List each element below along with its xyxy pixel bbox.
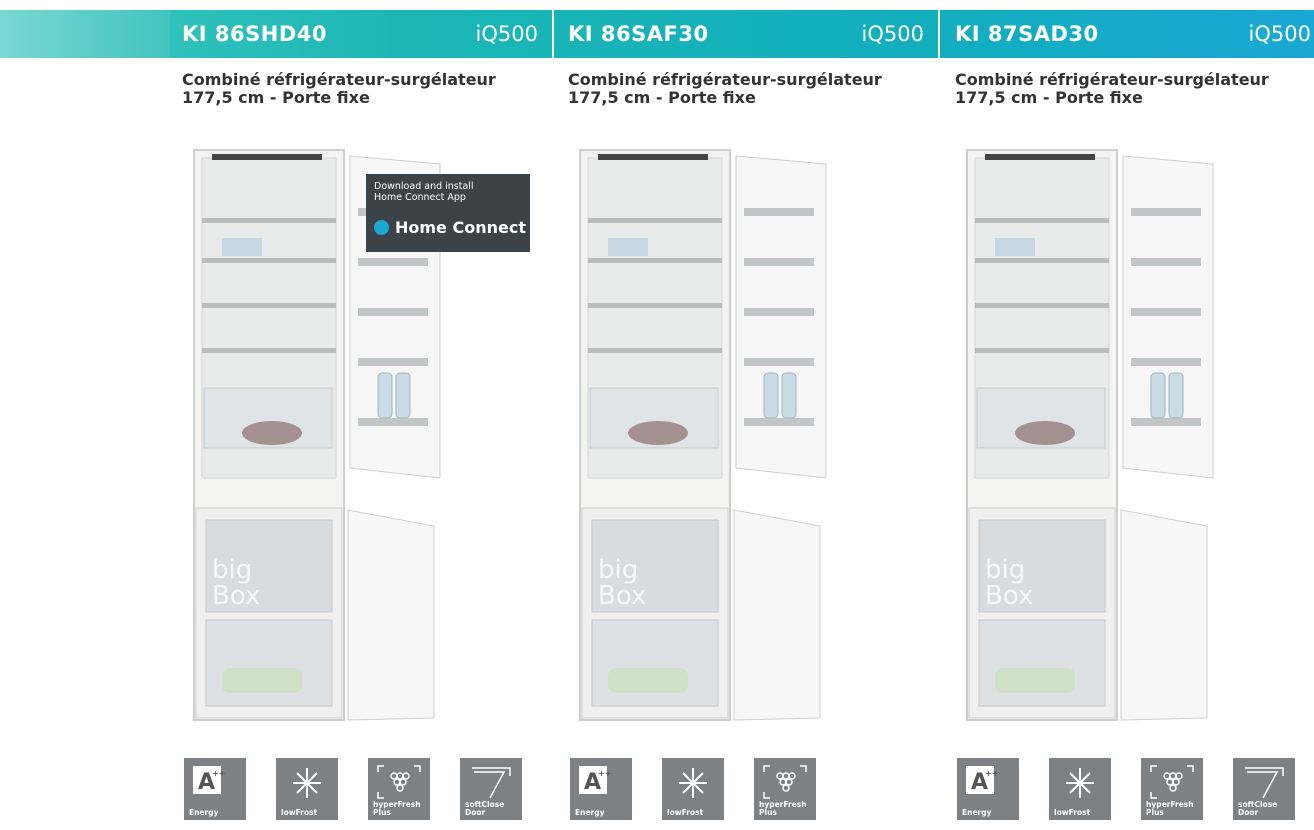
lowfrost-icon: lowFrost — [662, 758, 724, 820]
fridge-image: big Box — [955, 148, 1215, 742]
feature-caption: lowFrost — [667, 808, 704, 817]
svg-text:Box: Box — [598, 581, 646, 611]
feature-caption: hyperFresh Plus — [1146, 800, 1194, 817]
feature-caption: hyperFresh Plus — [759, 800, 807, 817]
home-connect-brand: Home Connect — [395, 218, 526, 237]
feature-caption: lowFrost — [1054, 808, 1091, 817]
lowfrost-icon: lowFrost — [276, 758, 338, 820]
product-title-line: Combiné réfrigérateur-surgélateur — [182, 70, 496, 89]
product-title-line: 177,5 cm - Porte fixe — [182, 88, 370, 107]
svg-text:++: ++ — [598, 769, 611, 778]
feature-caption: softClose Door — [465, 800, 505, 817]
product-title-line: 177,5 cm - Porte fixe — [568, 88, 756, 107]
svg-text:Box: Box — [985, 581, 1033, 611]
product-column: KI 86SAF30 iQ500 Combiné réfrigérateur-s… — [558, 0, 932, 830]
column-separator — [938, 10, 940, 58]
energy-a-plus-plus-icon: A ++ Energy — [184, 758, 246, 820]
model-number: KI 87SAD30 — [955, 22, 1099, 46]
fridge-drawing: bigBox — [966, 149, 1214, 721]
softclose-door-icon: softClose Door — [460, 758, 522, 820]
series-label: iQ500 — [861, 22, 924, 46]
feature-caption: lowFrost — [281, 808, 318, 817]
home-connect-logo: Home Connect — [374, 218, 526, 237]
product-title-line: 177,5 cm - Porte fixe — [955, 88, 1143, 107]
fridge-drawing: bigBox — [579, 149, 827, 721]
product-title: Combiné réfrigérateur-surgélateur 177,5 … — [955, 71, 1314, 107]
energy-a-plus-plus-icon: A ++ Energy — [570, 758, 632, 820]
model-number: KI 86SHD40 — [182, 22, 327, 46]
feature-caption: softClose Door — [1238, 800, 1278, 817]
product-column: KI 86SHD40 iQ500 Combiné réfrigérateur-s… — [172, 0, 546, 830]
feature-caption: hyperFresh Plus — [373, 800, 421, 817]
feature-caption: Energy — [575, 808, 605, 817]
home-connect-badge[interactable]: Download and install Home Connect App Ho… — [366, 174, 530, 252]
column-separator — [552, 10, 554, 58]
svg-text:++: ++ — [985, 769, 998, 778]
header-band-lead — [0, 10, 170, 58]
product-column: KI 87SAD30 iQ500 Combiné réfrigérateur-s… — [945, 0, 1314, 830]
lowfrost-icon: lowFrost — [1049, 758, 1111, 820]
svg-text:Box: Box — [212, 581, 260, 611]
product-title: Combiné réfrigérateur-surgélateur 177,5 … — [568, 71, 928, 107]
home-connect-icon — [374, 220, 389, 235]
product-title-line: Combiné réfrigérateur-surgélateur — [568, 70, 882, 89]
fridge-image: big Box — [568, 148, 828, 742]
product-title-line: Combiné réfrigérateur-surgélateur — [955, 70, 1269, 89]
series-label: iQ500 — [475, 22, 538, 46]
energy-a-plus-plus-icon: A ++ Energy — [957, 758, 1019, 820]
hyperfresh-plus-icon: hyperFresh Plus — [368, 758, 430, 820]
model-number: KI 86SAF30 — [568, 22, 709, 46]
product-title: Combiné réfrigérateur-surgélateur 177,5 … — [182, 71, 542, 107]
hyperfresh-plus-icon: hyperFresh Plus — [1141, 758, 1203, 820]
series-label: iQ500 — [1248, 22, 1311, 46]
softclose-door-icon: softClose Door — [1233, 758, 1295, 820]
feature-caption: Energy — [189, 808, 219, 817]
home-connect-download-text: Download and install Home Connect App — [374, 181, 474, 203]
hyperfresh-plus-icon: hyperFresh Plus — [754, 758, 816, 820]
feature-caption: Energy — [962, 808, 992, 817]
svg-text:++: ++ — [212, 769, 225, 778]
